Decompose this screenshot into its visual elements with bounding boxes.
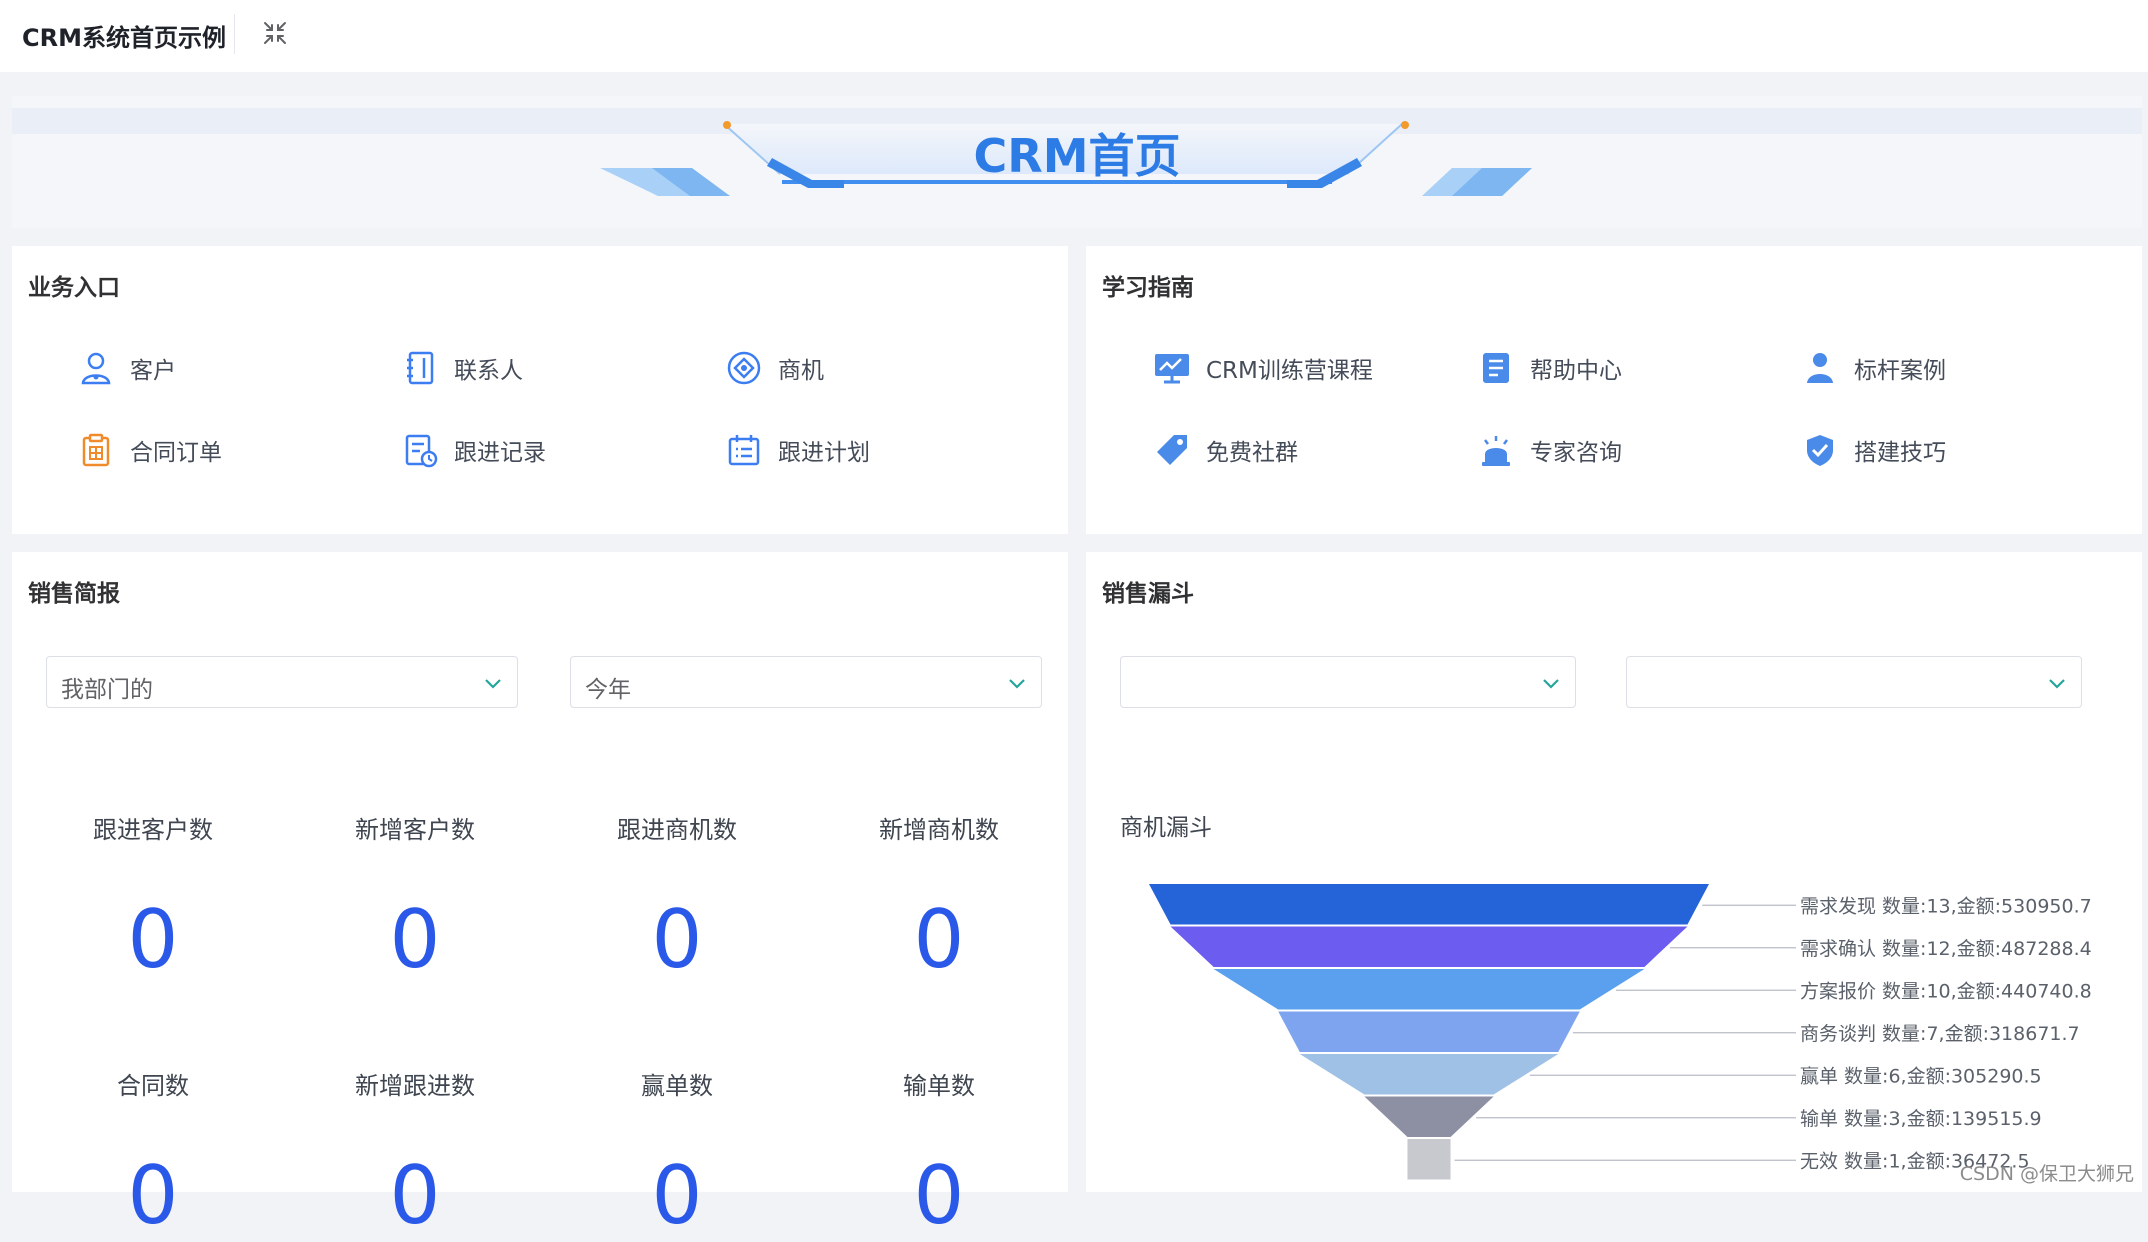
metric-value: 0	[913, 893, 965, 986]
chevron-down-icon	[485, 679, 501, 689]
card-title: 销售漏斗	[1102, 581, 1194, 607]
guide-training-course[interactable]: CRM训练营课程	[1152, 346, 1373, 390]
metric-label: 跟进商机数	[617, 816, 737, 844]
guide-free-community[interactable]: 免费社群	[1152, 428, 1298, 472]
metric-label: 跟进客户数	[93, 816, 213, 844]
entry-follow-record[interactable]: 跟进记录	[400, 428, 546, 472]
business-entry-card: 业务入口 客户 联系人 商机 合同订单 跟进记录 跟进计划	[12, 246, 1068, 534]
guide-label: 免费社群	[1206, 440, 1298, 466]
select-value: 我部门的	[61, 677, 153, 703]
funnel-stage-label: 商务谈判 数量:7,金额:318671.7	[1800, 1023, 2080, 1045]
metric-value: 0	[651, 893, 703, 986]
entry-label: 商机	[778, 358, 824, 384]
funnel-stage[interactable]	[1170, 926, 1688, 968]
sales-funnel-card: 销售漏斗 商机漏斗 需求发现 数量:13,金额:530950.7 需求确认 数量:…	[1086, 552, 2142, 1192]
metric-label: 合同数	[117, 1072, 189, 1100]
divider	[234, 14, 235, 54]
select-value: 今年	[585, 677, 631, 703]
metric-label: 输单数	[903, 1072, 975, 1100]
benchmark-case-icon	[1800, 348, 1840, 388]
sales-report-card: 销售简报 我部门的 今年 跟进客户数 新增客户数 跟进商机数 新增商机数 0 0…	[12, 552, 1068, 1236]
community-tag-icon	[1152, 430, 1192, 470]
metric-label: 新增客户数	[355, 816, 475, 844]
funnel-chart: 需求发现 数量:13,金额:530950.7 需求确认 数量:12,金额:4872…	[1149, 884, 2092, 1180]
metric-label: 赢单数	[641, 1072, 713, 1100]
card-title: 销售简报	[28, 581, 120, 607]
guide-label: CRM训练营课程	[1206, 358, 1373, 384]
guide-label: 帮助中心	[1530, 358, 1622, 384]
guide-expert-consult[interactable]: 专家咨询	[1476, 428, 1622, 472]
entry-label: 联系人	[454, 358, 523, 384]
metric-value: 0	[389, 1149, 441, 1242]
banner-title: CRM首页	[973, 129, 1181, 183]
metric-value: 0	[127, 893, 179, 986]
entry-label: 跟进计划	[778, 440, 870, 466]
guide-build-tips[interactable]: 搭建技巧	[1800, 428, 1946, 472]
card-title: 业务入口	[28, 275, 120, 301]
card-title: 学习指南	[1102, 275, 1194, 301]
help-center-icon	[1476, 348, 1516, 388]
expert-consult-icon	[1476, 430, 1516, 470]
chevron-down-icon	[1543, 679, 1559, 689]
funnel-stage[interactable]	[1278, 1011, 1580, 1053]
opportunity-icon	[724, 348, 764, 388]
chevron-down-icon	[2049, 679, 2065, 689]
contract-icon	[76, 430, 116, 470]
chevron-down-icon	[1009, 679, 1025, 689]
contact-book-icon	[400, 348, 440, 388]
learning-guide-card: 学习指南 CRM训练营课程 帮助中心 标杆案例 免费社群 专家咨询 搭建技巧	[1086, 246, 2142, 534]
metric-value: 0	[389, 893, 441, 986]
watermark: CSDN @保卫大狮兄	[1959, 1163, 2134, 1185]
scope-select[interactable]: 我部门的	[46, 656, 518, 708]
funnel-stage[interactable]	[1407, 1139, 1451, 1180]
metric-value: 0	[127, 1149, 179, 1242]
user-icon	[76, 348, 116, 388]
guide-label: 标杆案例	[1854, 358, 1946, 384]
guide-help-center[interactable]: 帮助中心	[1476, 346, 1622, 390]
entry-label: 跟进记录	[454, 440, 546, 466]
guide-label: 搭建技巧	[1854, 440, 1946, 466]
training-course-icon	[1152, 348, 1192, 388]
funnel-stage-label: 赢单 数量:6,金额:305290.5	[1800, 1065, 2042, 1087]
funnel-select-2[interactable]	[1626, 656, 2082, 708]
period-select[interactable]: 今年	[570, 656, 1042, 708]
banner: CRM首页	[12, 96, 2142, 228]
funnel-stage[interactable]	[1364, 1096, 1494, 1138]
collapse-icon[interactable]	[262, 20, 288, 46]
entry-contact[interactable]: 联系人	[400, 346, 523, 390]
guide-benchmark-case[interactable]: 标杆案例	[1800, 346, 1946, 390]
entry-label: 客户	[130, 358, 176, 384]
metric-label: 新增商机数	[879, 816, 999, 844]
follow-record-icon	[400, 430, 440, 470]
funnel-stage-label: 方案报价 数量:10,金额:440740.8	[1800, 980, 2092, 1002]
entry-follow-plan[interactable]: 跟进计划	[724, 428, 870, 472]
shield-check-icon	[1800, 430, 1840, 470]
funnel-stage[interactable]	[1213, 969, 1645, 1010]
funnel-stage-label: 需求发现 数量:13,金额:530950.7	[1800, 895, 2092, 917]
top-bar: CRM系统首页示例	[0, 0, 2148, 72]
metric-label: 新增跟进数	[355, 1072, 475, 1100]
entry-opportunity[interactable]: 商机	[724, 346, 824, 390]
entry-label: 合同订单	[130, 440, 222, 466]
funnel-stage-label: 需求确认 数量:12,金额:487288.4	[1800, 938, 2092, 960]
funnel-stage-label: 输单 数量:3,金额:139515.9	[1800, 1108, 2042, 1130]
metric-value: 0	[913, 1149, 965, 1242]
guide-label: 专家咨询	[1530, 440, 1622, 466]
entry-customer[interactable]: 客户	[76, 346, 176, 390]
funnel-select-1[interactable]	[1120, 656, 1576, 708]
entry-contract[interactable]: 合同订单	[76, 428, 222, 472]
funnel-stage[interactable]	[1299, 1054, 1559, 1095]
metric-value: 0	[651, 1149, 703, 1242]
funnel-stage[interactable]	[1149, 884, 1709, 925]
app-title: CRM系统首页示例	[22, 24, 226, 52]
funnel-chart-title: 商机漏斗	[1120, 815, 1212, 841]
follow-plan-icon	[724, 430, 764, 470]
